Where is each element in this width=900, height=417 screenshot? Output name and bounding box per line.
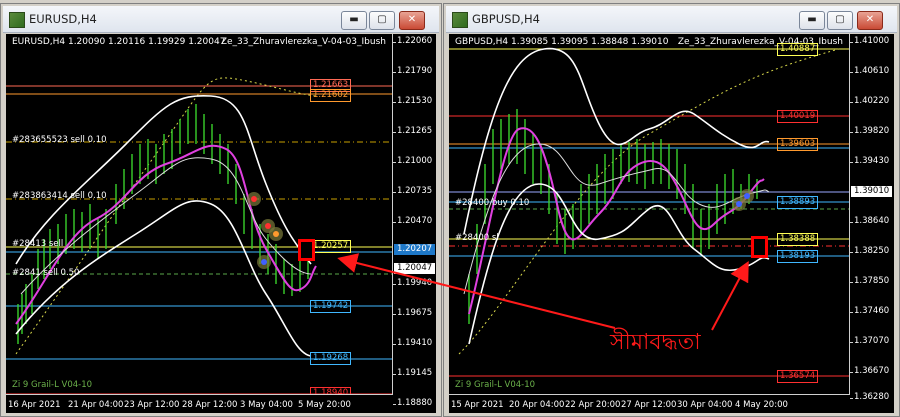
y-tick: 1.21790 <box>392 66 433 76</box>
level-label: #28413 sell <box>12 239 64 249</box>
x-tick: 16 Apr 2021 <box>8 400 61 410</box>
y-tick: 1.40610 <box>849 66 890 76</box>
price-label: 1.38388 <box>777 233 819 246</box>
maximize-button[interactable]: ▢ <box>827 11 853 30</box>
y-tick: 1.39430 <box>849 156 890 166</box>
level-label: #283655523 sell 0.10 <box>12 135 107 145</box>
minimize-button[interactable]: ▬ <box>799 11 825 30</box>
eurusd-window-title: EURUSD,H4 <box>29 12 97 26</box>
level-label: #28400 buy 0.10 <box>455 198 530 208</box>
y-tick: 1.19145 <box>392 368 433 378</box>
eurusd-titlebar[interactable]: EURUSD,H4 ▬ ▢ ✕ <box>3 6 439 33</box>
close-button[interactable]: ✕ <box>857 11 883 30</box>
y-tick: 1.19410 <box>392 338 433 348</box>
gbpusd-time-axis[interactable]: 15 Apr 2021 20 Apr 04:00 22 Apr 20:00 27… <box>449 395 894 413</box>
gbpusd-info-line: GBPUSD,H4 1.39085 1.39095 1.38848 1.3901… <box>455 37 669 47</box>
price-label: 1.20257 <box>310 240 352 253</box>
x-tick: 23 Apr 12:00 <box>124 400 180 410</box>
eurusd-price-axis[interactable]: 1.22060 1.21790 1.21530 1.21265 1.21000 … <box>392 34 436 408</box>
y-tick: 1.20470 <box>392 216 433 226</box>
x-tick: 4 May 20:00 <box>735 400 788 410</box>
gbpusd-bottom-indicator: Zi 9 Grail-L V04-10 <box>455 380 536 390</box>
price-label: 1.19742 <box>310 300 352 313</box>
x-tick: 27 Apr 12:00 <box>621 400 677 410</box>
level-label: #283863414 sell 0.10 <box>12 191 107 201</box>
y-tick: 1.37850 <box>849 276 890 286</box>
y-tick: 1.36670 <box>849 366 890 376</box>
price-label: 1.21602 <box>310 89 352 102</box>
y-tick: 1.20735 <box>392 186 433 196</box>
x-tick: 21 Apr 04:00 <box>68 400 124 410</box>
bid-price-tag: 1.20047 <box>394 263 436 274</box>
x-tick: 3 May 04:00 <box>240 400 293 410</box>
y-tick: 1.21000 <box>392 156 433 166</box>
y-tick: 1.39820 <box>849 126 890 136</box>
annotation-text: সীমাবদ্ধতা <box>610 330 701 355</box>
y-tick: 1.22060 <box>392 36 433 46</box>
price-label: 1.39603 <box>777 138 819 151</box>
eurusd-chart-window[interactable]: EURUSD,H4 ▬ ▢ ✕ EURUSD,H4 1.20090 1.2011… <box>0 3 442 417</box>
x-tick: 5 May 20:00 <box>298 400 351 410</box>
level-label: #28400 sl <box>455 233 499 243</box>
y-tick: 1.21530 <box>392 96 433 106</box>
price-label: 1.38893 <box>777 196 819 209</box>
price-label: 1.38193 <box>777 250 819 263</box>
chart-app-icon <box>452 12 468 28</box>
eurusd-info-line: EURUSD,H4 1.20090 1.20116 1.19929 1.2004… <box>12 37 226 47</box>
y-tick: 1.19675 <box>392 308 433 318</box>
current-price-tag: 1.20207 <box>394 244 436 255</box>
highlight-box <box>751 236 768 258</box>
eurusd-chart-area[interactable]: EURUSD,H4 1.20090 1.20116 1.19929 1.2004… <box>6 34 436 413</box>
y-tick: 1.21265 <box>392 126 433 136</box>
eurusd-plot[interactable]: EURUSD,H4 1.20090 1.20116 1.19929 1.2004… <box>6 34 393 395</box>
x-tick: 20 Apr 04:00 <box>509 400 565 410</box>
gbpusd-titlebar[interactable]: GBPUSD,H4 ▬ ▢ ✕ <box>446 6 897 33</box>
price-label: 1.40887 <box>777 43 819 56</box>
maximize-button[interactable]: ▢ <box>369 11 395 30</box>
gbpusd-price-axis[interactable]: 1.41000 1.40610 1.40220 1.39820 1.39430 … <box>849 34 894 402</box>
y-tick: 1.41000 <box>849 36 890 46</box>
level-label: #2841 sell 0.50 <box>12 268 80 278</box>
x-tick: 28 Apr 12:00 <box>182 400 238 410</box>
y-tick: 1.38640 <box>849 216 890 226</box>
bid-price-tag: 1.39010 <box>851 186 893 197</box>
price-label: 1.18940 <box>310 387 352 394</box>
x-tick: 22 Apr 20:00 <box>565 400 621 410</box>
y-tick: 1.37070 <box>849 336 890 346</box>
close-button[interactable]: ✕ <box>399 11 425 30</box>
eurusd-indicator-name: Ze_33_Zhuravlerezka_V-04-03_Ibush <box>220 37 386 47</box>
eurusd-time-axis[interactable]: 16 Apr 2021 21 Apr 04:00 23 Apr 12:00 28… <box>6 395 436 413</box>
y-tick: 1.37460 <box>849 306 890 316</box>
price-label: 1.19268 <box>310 352 352 365</box>
gbpusd-window-title: GBPUSD,H4 <box>472 12 540 26</box>
y-tick: 1.38250 <box>849 246 890 256</box>
price-label: 1.36574 <box>777 370 819 383</box>
x-tick: 30 Apr 04:00 <box>677 400 733 410</box>
y-tick: 1.40220 <box>849 96 890 106</box>
gbpusd-indicator-name: Ze_33_Zhuravlerezka_V-04-03_Ibush <box>677 37 843 47</box>
minimize-button[interactable]: ▬ <box>341 11 367 30</box>
y-tick: 1.19940 <box>392 278 433 288</box>
highlight-box <box>298 239 315 261</box>
chart-app-icon <box>9 12 25 28</box>
price-label: 1.40019 <box>777 110 819 123</box>
x-tick: 15 Apr 2021 <box>451 400 504 410</box>
eurusd-bottom-indicator: Zi 9 Grail-L V04-10 <box>12 380 93 390</box>
